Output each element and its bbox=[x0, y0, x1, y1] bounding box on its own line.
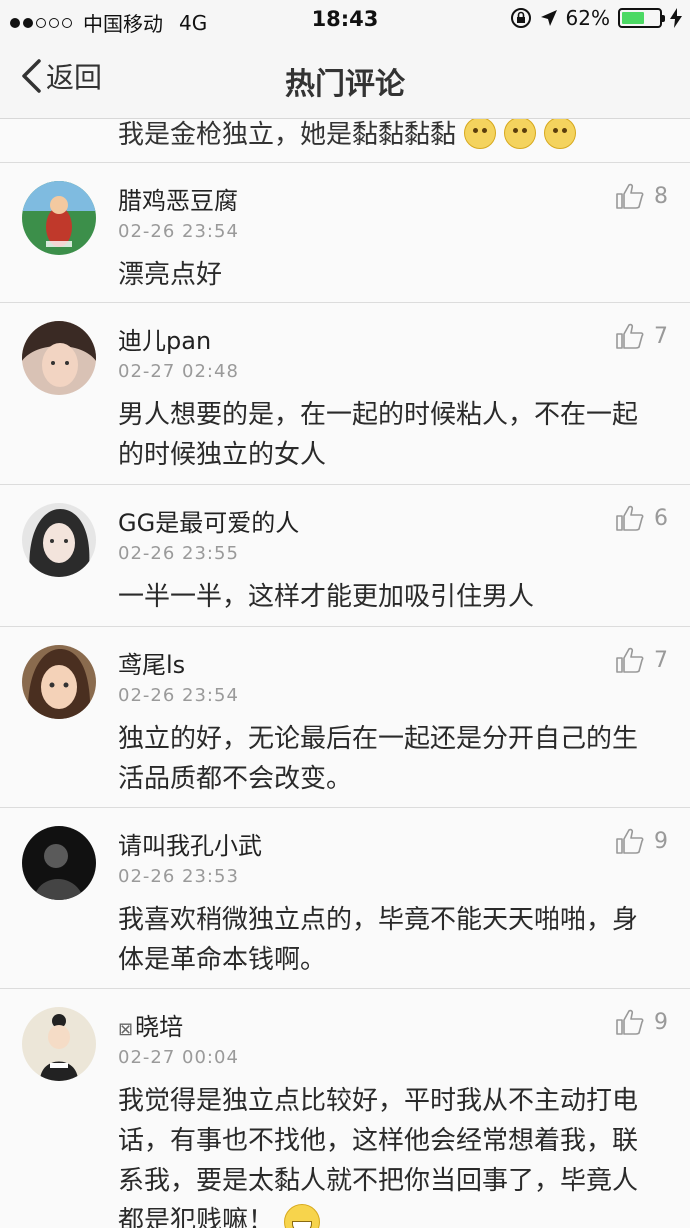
comment-time: 02-27 00:04 bbox=[118, 1047, 239, 1068]
avatar[interactable] bbox=[22, 1007, 96, 1081]
comment-text: 漂亮点好 bbox=[118, 260, 223, 290]
comment-time: 02-26 23:53 bbox=[118, 866, 239, 887]
avatar[interactable] bbox=[22, 503, 96, 577]
doge-emoji-icon bbox=[504, 118, 537, 149]
comment-item: ⊠晓培 02-27 00:04 9 我觉得是独立点比较好，平时我从不主动打电话，… bbox=[0, 989, 690, 1228]
thumbs-up-icon bbox=[616, 828, 644, 854]
comment-time: 02-26 23:54 bbox=[118, 685, 239, 706]
comment-item: GG是最可爱的人 02-26 23:55 6 一半一半，这样才能更加吸引住男人 bbox=[0, 485, 690, 627]
doge-emoji-icon bbox=[464, 118, 497, 149]
avatar[interactable] bbox=[22, 321, 96, 395]
username[interactable]: 请叫我孔小武 bbox=[118, 826, 262, 861]
thumbs-up-icon bbox=[616, 1009, 644, 1035]
like-button[interactable]: 7 bbox=[616, 323, 668, 349]
comment-item: 迪儿pan 02-27 02:48 7 男人想要的是，在一起的时候粘人，不在一起… bbox=[0, 303, 690, 485]
grin-emoji-icon bbox=[284, 1203, 321, 1228]
username[interactable]: ⊠晓培 bbox=[118, 1007, 183, 1042]
like-button[interactable]: 9 bbox=[616, 1009, 668, 1035]
thumbs-up-icon bbox=[616, 505, 644, 531]
comment-text-block: 我觉得是独立点比较好，平时我从不主动打电话，有事也不找他，这样他会经常想着我，联… bbox=[118, 1081, 650, 1228]
comment-text: 一半一半，这样才能更加吸引住男人 bbox=[118, 582, 535, 612]
comment-text: 独立的好，无论最后在一起还是分开自己的生活品质都不会改变。 bbox=[118, 724, 639, 794]
comment-text: 男人想要的是，在一起的时候粘人，不在一起的时候独立的女人 bbox=[118, 400, 639, 470]
battery-icon bbox=[618, 8, 665, 28]
avatar[interactable] bbox=[22, 645, 96, 719]
battery-percent: 62% bbox=[565, 6, 610, 30]
like-count: 7 bbox=[654, 647, 668, 673]
username[interactable]: 迪儿pan bbox=[118, 321, 211, 356]
doge-emoji-icon bbox=[544, 118, 577, 149]
thumbs-up-icon bbox=[616, 323, 644, 349]
username[interactable]: 腊鸡恶豆腐 bbox=[118, 181, 238, 216]
comment-text: 我觉得是独立点比较好，平时我从不主动打电话，有事也不找他，这样他会经常想着我，联… bbox=[118, 1086, 639, 1228]
navigation-bar: 返回 热门评论 bbox=[0, 40, 690, 119]
thumbs-up-icon bbox=[616, 183, 644, 209]
like-count: 9 bbox=[654, 828, 668, 854]
comment-time: 02-27 02:48 bbox=[118, 361, 239, 382]
like-button[interactable]: 7 bbox=[616, 647, 668, 673]
comment-item: 请叫我孔小武 02-26 23:53 9 我喜欢稍微独立点的，毕竟不能天天啪啪，… bbox=[0, 808, 690, 989]
partial-comment-text: 我是金枪独立，她是黏黏黏黏 bbox=[118, 120, 457, 150]
avatar[interactable] bbox=[22, 181, 96, 255]
charging-bolt-icon bbox=[670, 8, 682, 28]
status-bar: 中国移动 4G 18:43 62% bbox=[0, 0, 690, 40]
like-count: 6 bbox=[654, 505, 668, 531]
comment-text: 我喜欢稍微独立点的，毕竟不能天天啪啪，身体是革命本钱啊。 bbox=[118, 905, 639, 975]
username[interactable]: GG是最可爱的人 bbox=[118, 503, 299, 538]
thumbs-up-icon bbox=[616, 647, 644, 673]
location-arrow-icon bbox=[540, 10, 557, 26]
like-count: 9 bbox=[654, 1009, 668, 1035]
comment-time: 02-26 23:55 bbox=[118, 543, 239, 564]
status-right: 62% bbox=[510, 6, 682, 30]
broken-image-icon: ⊠ bbox=[118, 1019, 134, 1040]
like-button[interactable]: 9 bbox=[616, 828, 668, 854]
comment-list[interactable]: 我是金枪独立，她是黏黏黏黏 腊鸡恶豆腐 02-26 23:54 8 漂亮点好 迪… bbox=[0, 118, 690, 1228]
partial-comment: 我是金枪独立，她是黏黏黏黏 bbox=[0, 118, 690, 163]
page-title: 热门评论 bbox=[285, 67, 405, 102]
like-count: 7 bbox=[654, 323, 668, 349]
comment-item: 腊鸡恶豆腐 02-26 23:54 8 漂亮点好 bbox=[0, 163, 690, 303]
like-button[interactable]: 6 bbox=[616, 505, 668, 531]
like-count: 8 bbox=[654, 183, 668, 209]
username[interactable]: 鸢尾ls bbox=[118, 645, 185, 680]
comment-item: 鸢尾ls 02-26 23:54 7 独立的好，无论最后在一起还是分开自己的生活… bbox=[0, 627, 690, 808]
username-text: 晓培 bbox=[135, 1013, 184, 1041]
lock-rotation-icon bbox=[510, 8, 531, 28]
battery-fill bbox=[622, 12, 644, 24]
like-button[interactable]: 8 bbox=[616, 183, 668, 209]
comment-time: 02-26 23:54 bbox=[118, 221, 239, 242]
avatar[interactable] bbox=[22, 826, 96, 900]
